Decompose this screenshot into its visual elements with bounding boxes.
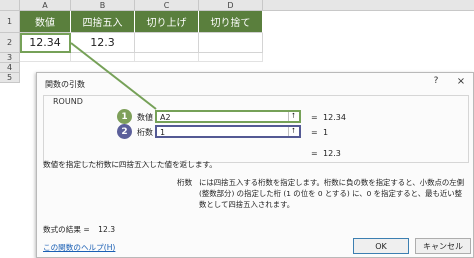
row-header-1[interactable]: 1 <box>0 11 20 33</box>
range-select-icon[interactable]: ⭡ <box>288 112 298 121</box>
row-header-3[interactable]: 3 <box>0 53 20 63</box>
cell-a2[interactable]: 12.34 <box>20 33 71 53</box>
function-description: 数値を指定した桁数に四捨五入した値を返します。 <box>43 160 217 169</box>
cell-c1[interactable]: 切り上げ <box>135 11 199 33</box>
digits-arg-input[interactable]: 1 ⭡ <box>155 125 301 138</box>
result-value: 12.3 <box>98 225 116 234</box>
cell-d3[interactable] <box>199 53 263 62</box>
arg1-equals: = <box>311 113 318 122</box>
row-header-4[interactable]: 4 <box>0 63 20 73</box>
cell-c3[interactable] <box>135 53 199 62</box>
dialog-title: 関数の引数 <box>45 80 85 89</box>
arg1-result: 12.34 <box>323 113 346 122</box>
column-header-b[interactable]: B <box>71 0 135 11</box>
formula-result-line: 数式の結果 = 12.3 <box>43 224 115 235</box>
help-icon[interactable]: ? <box>430 76 442 88</box>
cell-a1[interactable]: 数値 <box>20 11 71 33</box>
arg-label-digits: 桁数 <box>137 128 153 137</box>
column-header-c[interactable]: C <box>135 0 199 11</box>
column-header-a[interactable]: A <box>20 0 71 11</box>
ok-button[interactable]: OK <box>353 238 409 254</box>
cell-d2[interactable] <box>199 33 263 53</box>
param-name: 桁数 <box>177 178 193 187</box>
function-name: ROUND <box>51 97 85 106</box>
function-arguments-dialog: 関数の引数 ? × ROUND 1 数値 A2 ⭡ = 12.34 2 桁数 1… <box>36 72 474 258</box>
cell-c2[interactable] <box>135 33 199 53</box>
result-label: 数式の結果 = <box>43 225 90 234</box>
cell-a3[interactable] <box>20 53 71 62</box>
param-description: には四捨五入する桁数を指定します。桁数に負の数を指定すると、小数点の左側 (整数… <box>199 178 465 209</box>
select-all-corner[interactable] <box>0 0 20 11</box>
column-header-d[interactable]: D <box>199 0 263 11</box>
row-header-2[interactable]: 2 <box>0 33 20 53</box>
badge-1: 1 <box>117 109 132 124</box>
number-arg-input[interactable]: A2 ⭡ <box>155 110 301 123</box>
cancel-button[interactable]: キャンセル <box>415 238 471 254</box>
badge-2: 2 <box>117 124 132 139</box>
range-select-icon[interactable]: ⭡ <box>288 127 298 136</box>
arg-label-number: 数値 <box>137 113 153 122</box>
cell-b1[interactable]: 四捨五入 <box>71 11 135 33</box>
function-help-link[interactable]: この関数のヘルプ(H) <box>43 242 115 253</box>
row-header-5[interactable]: 5 <box>0 73 20 83</box>
formula-equals: = <box>311 149 318 158</box>
column-header-empty <box>263 0 474 11</box>
cell-b3[interactable] <box>71 53 135 62</box>
formula-result: 12.3 <box>323 149 341 158</box>
digits-arg-value: 1 <box>160 128 166 137</box>
close-icon[interactable]: × <box>455 76 467 88</box>
arg2-result: 1 <box>323 128 329 137</box>
cell-d1[interactable]: 切り捨て <box>199 11 263 33</box>
number-arg-value: A2 <box>160 113 171 122</box>
cell-b2[interactable]: 12.3 <box>71 33 135 53</box>
arg2-equals: = <box>311 128 318 137</box>
